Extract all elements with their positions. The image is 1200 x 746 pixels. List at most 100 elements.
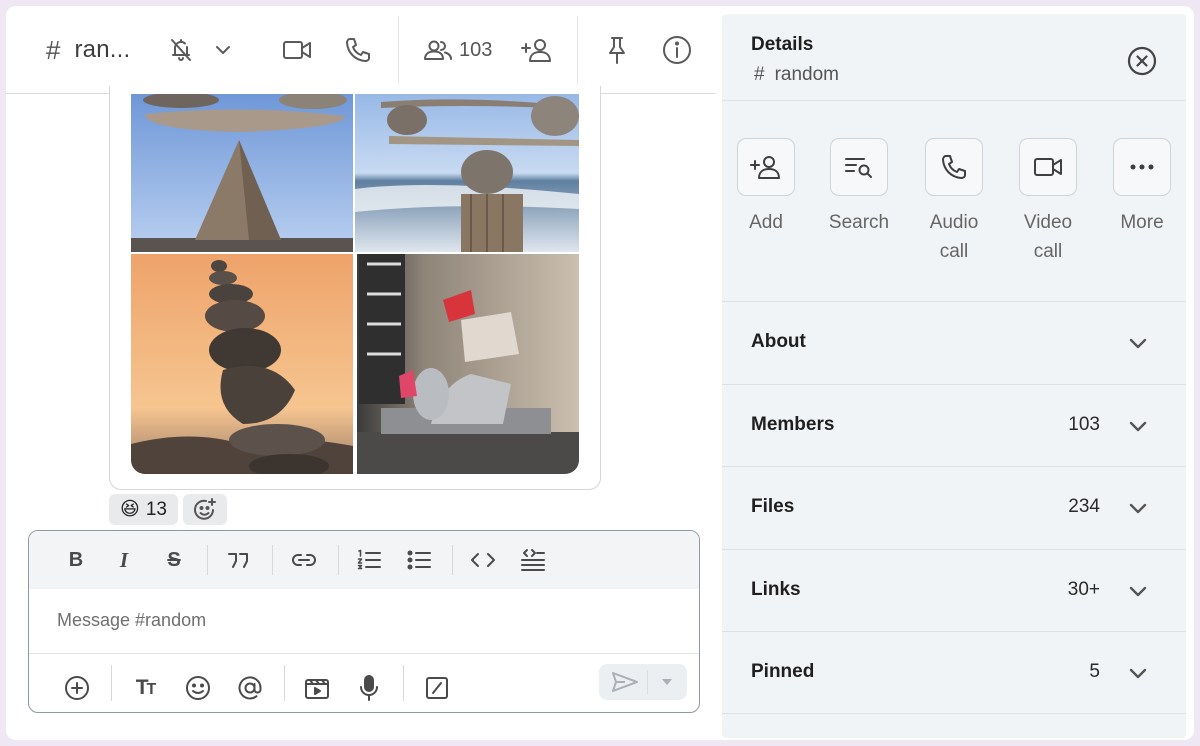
members-icon [424,40,452,60]
video-icon [1034,158,1062,176]
reaction-count: 13 [145,498,167,520]
italic-button[interactable]: I [106,542,142,578]
numbered-list-button[interactable] [351,542,387,578]
search-list-icon [845,158,872,178]
toolbar-divider [272,545,273,575]
quote-button[interactable] [220,542,256,578]
notifications-dropdown[interactable] [214,6,232,94]
hash-icon: # [754,64,765,85]
details-divider [722,713,1186,714]
composer-divider [29,653,699,654]
code-icon [471,553,495,567]
audio-call-button[interactable] [344,6,372,94]
gallery-image-4[interactable] [357,254,579,474]
mention-icon [238,676,262,700]
send-button[interactable] [607,668,643,696]
laughing-emoji-icon: 😆 [120,499,140,520]
section-members[interactable]: Members 103 [722,385,1186,467]
add-attachment-button[interactable] [59,670,95,706]
video-clip-icon [305,679,329,699]
text-format-button[interactable]: TT [127,670,163,706]
slash-command-button[interactable] [419,670,455,706]
action-label: Search [828,212,890,233]
gallery-image-2[interactable] [355,94,579,252]
add-member-button[interactable] [520,6,554,94]
strikethrough-button[interactable]: S [156,542,192,578]
emoji-button[interactable] [180,670,216,706]
section-count: 5 [1089,661,1100,682]
header-divider [577,16,578,84]
section-links[interactable]: Links 30+ [722,550,1186,632]
section-label: About [751,331,806,352]
bold-icon: B [68,548,84,571]
section-about[interactable]: About [722,302,1186,384]
info-icon [663,36,691,64]
section-label: Pinned [751,661,815,682]
video-icon [283,41,311,59]
code-block-button[interactable] [515,542,551,578]
action-audio-call[interactable]: Audio call [909,138,999,266]
link-button[interactable] [286,542,322,578]
chevron-down-icon [1127,332,1149,354]
reaction-laughing[interactable]: 😆 13 [109,494,178,525]
bell-off-icon [171,39,191,61]
bullet-list-button[interactable] [401,542,437,578]
details-channel-name: random [774,64,839,85]
channel-name: ran... [74,36,131,63]
toolbar-divider [452,545,453,575]
chevron-down-icon [216,46,230,54]
action-label: More [1120,212,1164,233]
action-more[interactable]: More [1097,138,1186,237]
link-icon [292,554,316,566]
send-button-group [599,664,687,700]
toolbar-divider [284,665,285,701]
action-search-button[interactable] [830,138,888,196]
video-call-button[interactable] [282,6,312,94]
members-button[interactable]: 103 [423,6,492,94]
close-details-button[interactable] [1127,46,1157,76]
channel-info-button[interactable] [662,6,692,94]
video-clip-button[interactable] [299,670,335,706]
voice-message-button[interactable] [351,670,387,706]
phone-icon [942,155,966,179]
section-files[interactable]: Files 234 [722,467,1186,549]
add-reaction-button[interactable] [183,494,227,525]
chevron-down-icon [1127,415,1149,437]
action-add-button[interactable] [737,138,795,196]
image-gallery [131,94,579,474]
action-label: Video call [1023,212,1073,262]
chevron-down-icon [1127,662,1149,684]
action-label: Audio call [929,212,979,262]
bold-button[interactable]: B [58,542,94,578]
section-pinned[interactable]: Pinned 5 [722,632,1186,714]
notifications-button[interactable] [169,6,193,94]
details-title: Details [751,34,814,55]
action-more-button[interactable] [1113,138,1171,196]
emoji-icon [186,676,210,700]
section-label: Links [751,579,801,600]
action-video-call-button[interactable] [1019,138,1077,196]
slash-command-icon [426,677,448,699]
pinned-button[interactable] [604,6,630,94]
action-video-call[interactable]: Video call [1003,138,1093,266]
action-audio-call-button[interactable] [925,138,983,196]
send-options-button[interactable] [651,668,683,696]
mention-button[interactable] [232,670,268,706]
code-block-icon [521,549,545,571]
action-add[interactable]: Add [722,138,811,237]
gallery-image-3[interactable] [131,254,353,474]
section-label: Files [751,496,795,517]
pin-icon [609,37,625,64]
formatting-toolbar: B I S [29,531,699,589]
channel-title-button[interactable]: # ran... [46,6,130,94]
message-composer: B I S Message #random TT [28,530,700,713]
gallery-image-1[interactable] [131,94,353,252]
details-panel: Details # random Add Search Audio call V… [722,14,1186,738]
send-options-icon [662,679,672,685]
message-input[interactable] [57,605,657,635]
action-search[interactable]: Search [814,138,904,237]
code-button[interactable] [465,542,501,578]
app-window: # ran... 103 😆 13 B I S Message #random … [6,6,1194,740]
add-reaction-icon [194,497,216,520]
italic-icon: I [119,547,129,572]
